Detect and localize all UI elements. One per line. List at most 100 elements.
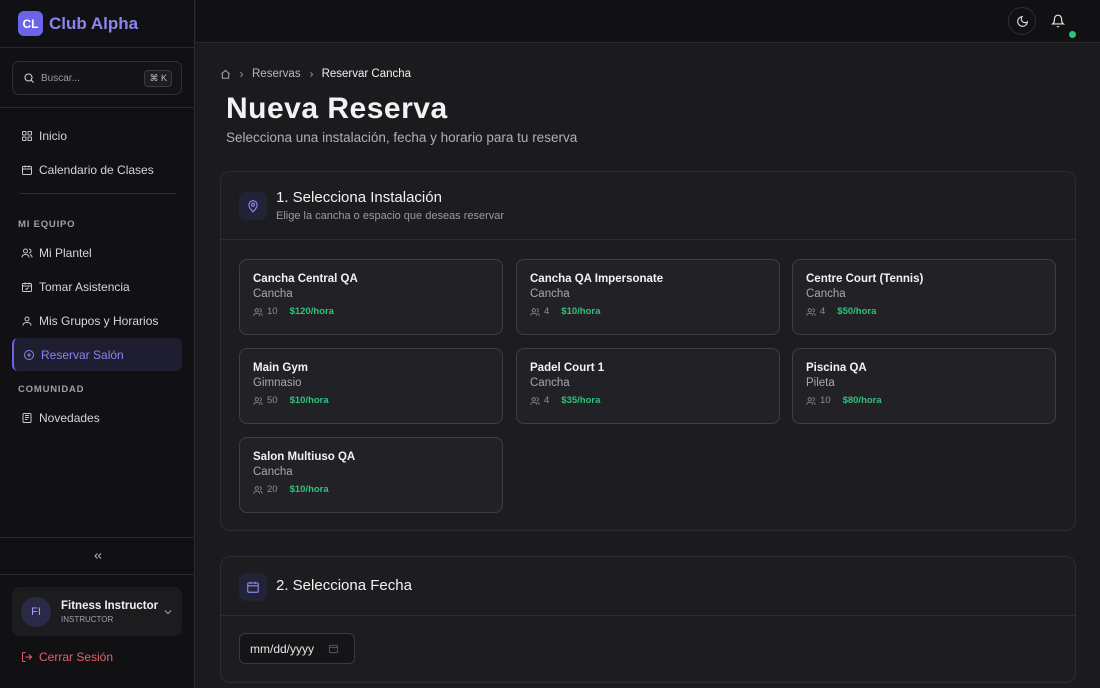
chevron-right-icon (237, 70, 246, 79)
panel-title: 2. Selecciona Fecha (276, 577, 412, 594)
nav-item-label: Inicio (39, 129, 68, 143)
panel-title: 1. Selecciona Instalación (276, 189, 442, 206)
users-icon (806, 307, 816, 316)
breadcrumb: Reservas Reservar Cancha (220, 68, 411, 80)
nav-item-label: Mi Plantel (39, 246, 92, 260)
nav-item-mi-plantel[interactable]: Mi Plantel (12, 237, 182, 269)
facility-type: Cancha (253, 288, 293, 300)
sidebar: CL Club Alpha Buscar... ⌘ K Inicio Calen… (0, 0, 195, 688)
nav-item-label: Reservar Salón (41, 347, 124, 362)
logout-button[interactable]: Cerrar Sesión (21, 650, 113, 664)
home-icon[interactable] (220, 69, 231, 80)
topbar (196, 0, 1100, 43)
capacity-value: 20 (267, 484, 278, 495)
facility-price: $35/hora (561, 395, 601, 406)
facility-capacity: 10 (806, 395, 831, 406)
facility-price: $10/hora (289, 395, 329, 406)
map-pin-icon (239, 192, 267, 220)
facility-card[interactable]: Padel Court 1 Cancha 4 $35/hora (516, 348, 780, 424)
moon-icon (1016, 15, 1028, 27)
users-icon (530, 396, 540, 405)
facility-card[interactable]: Centre Court (Tennis) Cancha 4 $50/hora (792, 259, 1056, 335)
panel-description: Elige la cancha o espacio que deseas res… (276, 210, 505, 222)
users-icon (21, 248, 33, 258)
collapse-sidebar-button[interactable] (0, 537, 195, 575)
facility-meta: 4 $50/hora (806, 306, 1055, 317)
facility-panel: 1. Selecciona Instalación Elige la canch… (220, 171, 1076, 531)
search-box[interactable]: Buscar... ⌘ K (12, 61, 182, 95)
nav-item-reservar-salon[interactable]: Reservar Salón (12, 338, 182, 371)
nav-item-label: Mis Grupos y Horarios (39, 314, 159, 328)
facility-name: Centre Court (Tennis) (806, 273, 924, 285)
facility-price: $50/hora (837, 306, 877, 317)
nav-item-inicio[interactable]: Inicio (12, 120, 182, 152)
brand[interactable]: CL Club Alpha (0, 0, 194, 48)
calendar-check-icon (22, 282, 32, 292)
facility-type: Cancha (253, 466, 293, 478)
brand-logo: CL (18, 11, 43, 36)
logout-icon (22, 652, 33, 662)
nav-item-label: Calendario de Clases (39, 163, 154, 177)
user-name: Fitness Instructor (61, 599, 159, 612)
facility-price: $10/hora (289, 484, 329, 495)
facility-name: Main Gym (253, 362, 308, 374)
logout-label: Cerrar Sesión (39, 650, 114, 664)
facility-capacity: 20 (253, 484, 278, 495)
brand-name: Club Alpha (49, 13, 139, 33)
facility-card[interactable]: Piscina QA Pileta 10 $80/hora (792, 348, 1056, 424)
calendar-picker-icon[interactable] (328, 643, 339, 654)
notifications-button[interactable] (1044, 7, 1072, 35)
facility-type: Cancha (806, 288, 846, 300)
nav-divider (20, 193, 176, 194)
section-title-community: COMUNIDAD (18, 384, 85, 395)
breadcrumb-current: Reservar Cancha (321, 68, 412, 80)
nav-item-calendario[interactable]: Calendario de Clases (12, 154, 182, 186)
facility-name: Cancha QA Impersonate (530, 273, 664, 285)
facility-capacity: 4 (806, 306, 825, 317)
facility-capacity: 4 (530, 395, 549, 406)
facility-meta: 50 $10/hora (253, 395, 502, 406)
facility-meta: 20 $10/hora (253, 484, 502, 495)
user-icon (22, 316, 32, 326)
section-title-team: MI EQUIPO (18, 219, 76, 230)
capacity-value: 10 (820, 395, 831, 406)
date-input[interactable]: mm/dd/yyyy (239, 633, 355, 664)
facility-card[interactable]: Cancha Central QA Cancha 10 $120/hora (239, 259, 503, 335)
facility-name: Piscina QA (806, 362, 867, 374)
users-icon (253, 307, 263, 316)
search-placeholder: Buscar... (41, 72, 80, 84)
grid-icon (22, 131, 32, 141)
breadcrumb-link-reservas[interactable]: Reservas (252, 68, 301, 80)
facility-card[interactable]: Salon Multiuso QA Cancha 20 $10/hora (239, 437, 503, 513)
facility-card[interactable]: Cancha QA Impersonate Cancha 4 $10/hora (516, 259, 780, 335)
calendar-icon (239, 573, 267, 601)
date-placeholder: mm/dd/yyyy (250, 641, 315, 656)
plus-circle-icon (24, 349, 34, 360)
facility-card[interactable]: Main Gym Gimnasio 50 $10/hora (239, 348, 503, 424)
user-menu[interactable]: FI Fitness Instructor INSTRUCTOR (12, 587, 182, 636)
status-dot (1069, 31, 1076, 38)
users-icon (806, 396, 816, 405)
nav-item-tomar-asistencia[interactable]: Tomar Asistencia (12, 271, 182, 303)
capacity-value: 10 (267, 306, 278, 317)
bell-icon (1051, 14, 1065, 28)
users-icon (530, 307, 540, 316)
facility-meta: 10 $80/hora (806, 395, 1055, 406)
nav-item-label: Novedades (39, 411, 100, 425)
facility-meta: 4 $35/hora (530, 395, 779, 406)
nav-item-novedades[interactable]: Novedades (12, 402, 182, 434)
facility-type: Cancha (530, 288, 570, 300)
facility-price: $120/hora (289, 306, 334, 317)
calendar-icon (22, 165, 32, 175)
capacity-value: 4 (544, 395, 550, 406)
newspaper-icon (22, 413, 32, 423)
facility-capacity: 10 (253, 306, 278, 317)
facility-capacity: 50 (253, 395, 278, 406)
users-icon (253, 485, 263, 494)
facility-meta: 10 $120/hora (253, 306, 502, 317)
theme-toggle-button[interactable] (1008, 7, 1036, 35)
users-icon (253, 396, 263, 405)
nav-item-mis-grupos[interactable]: Mis Grupos y Horarios (12, 305, 182, 337)
page-subtitle: Selecciona una instalación, fecha y hora… (226, 130, 578, 145)
facility-name: Padel Court 1 (530, 362, 605, 374)
